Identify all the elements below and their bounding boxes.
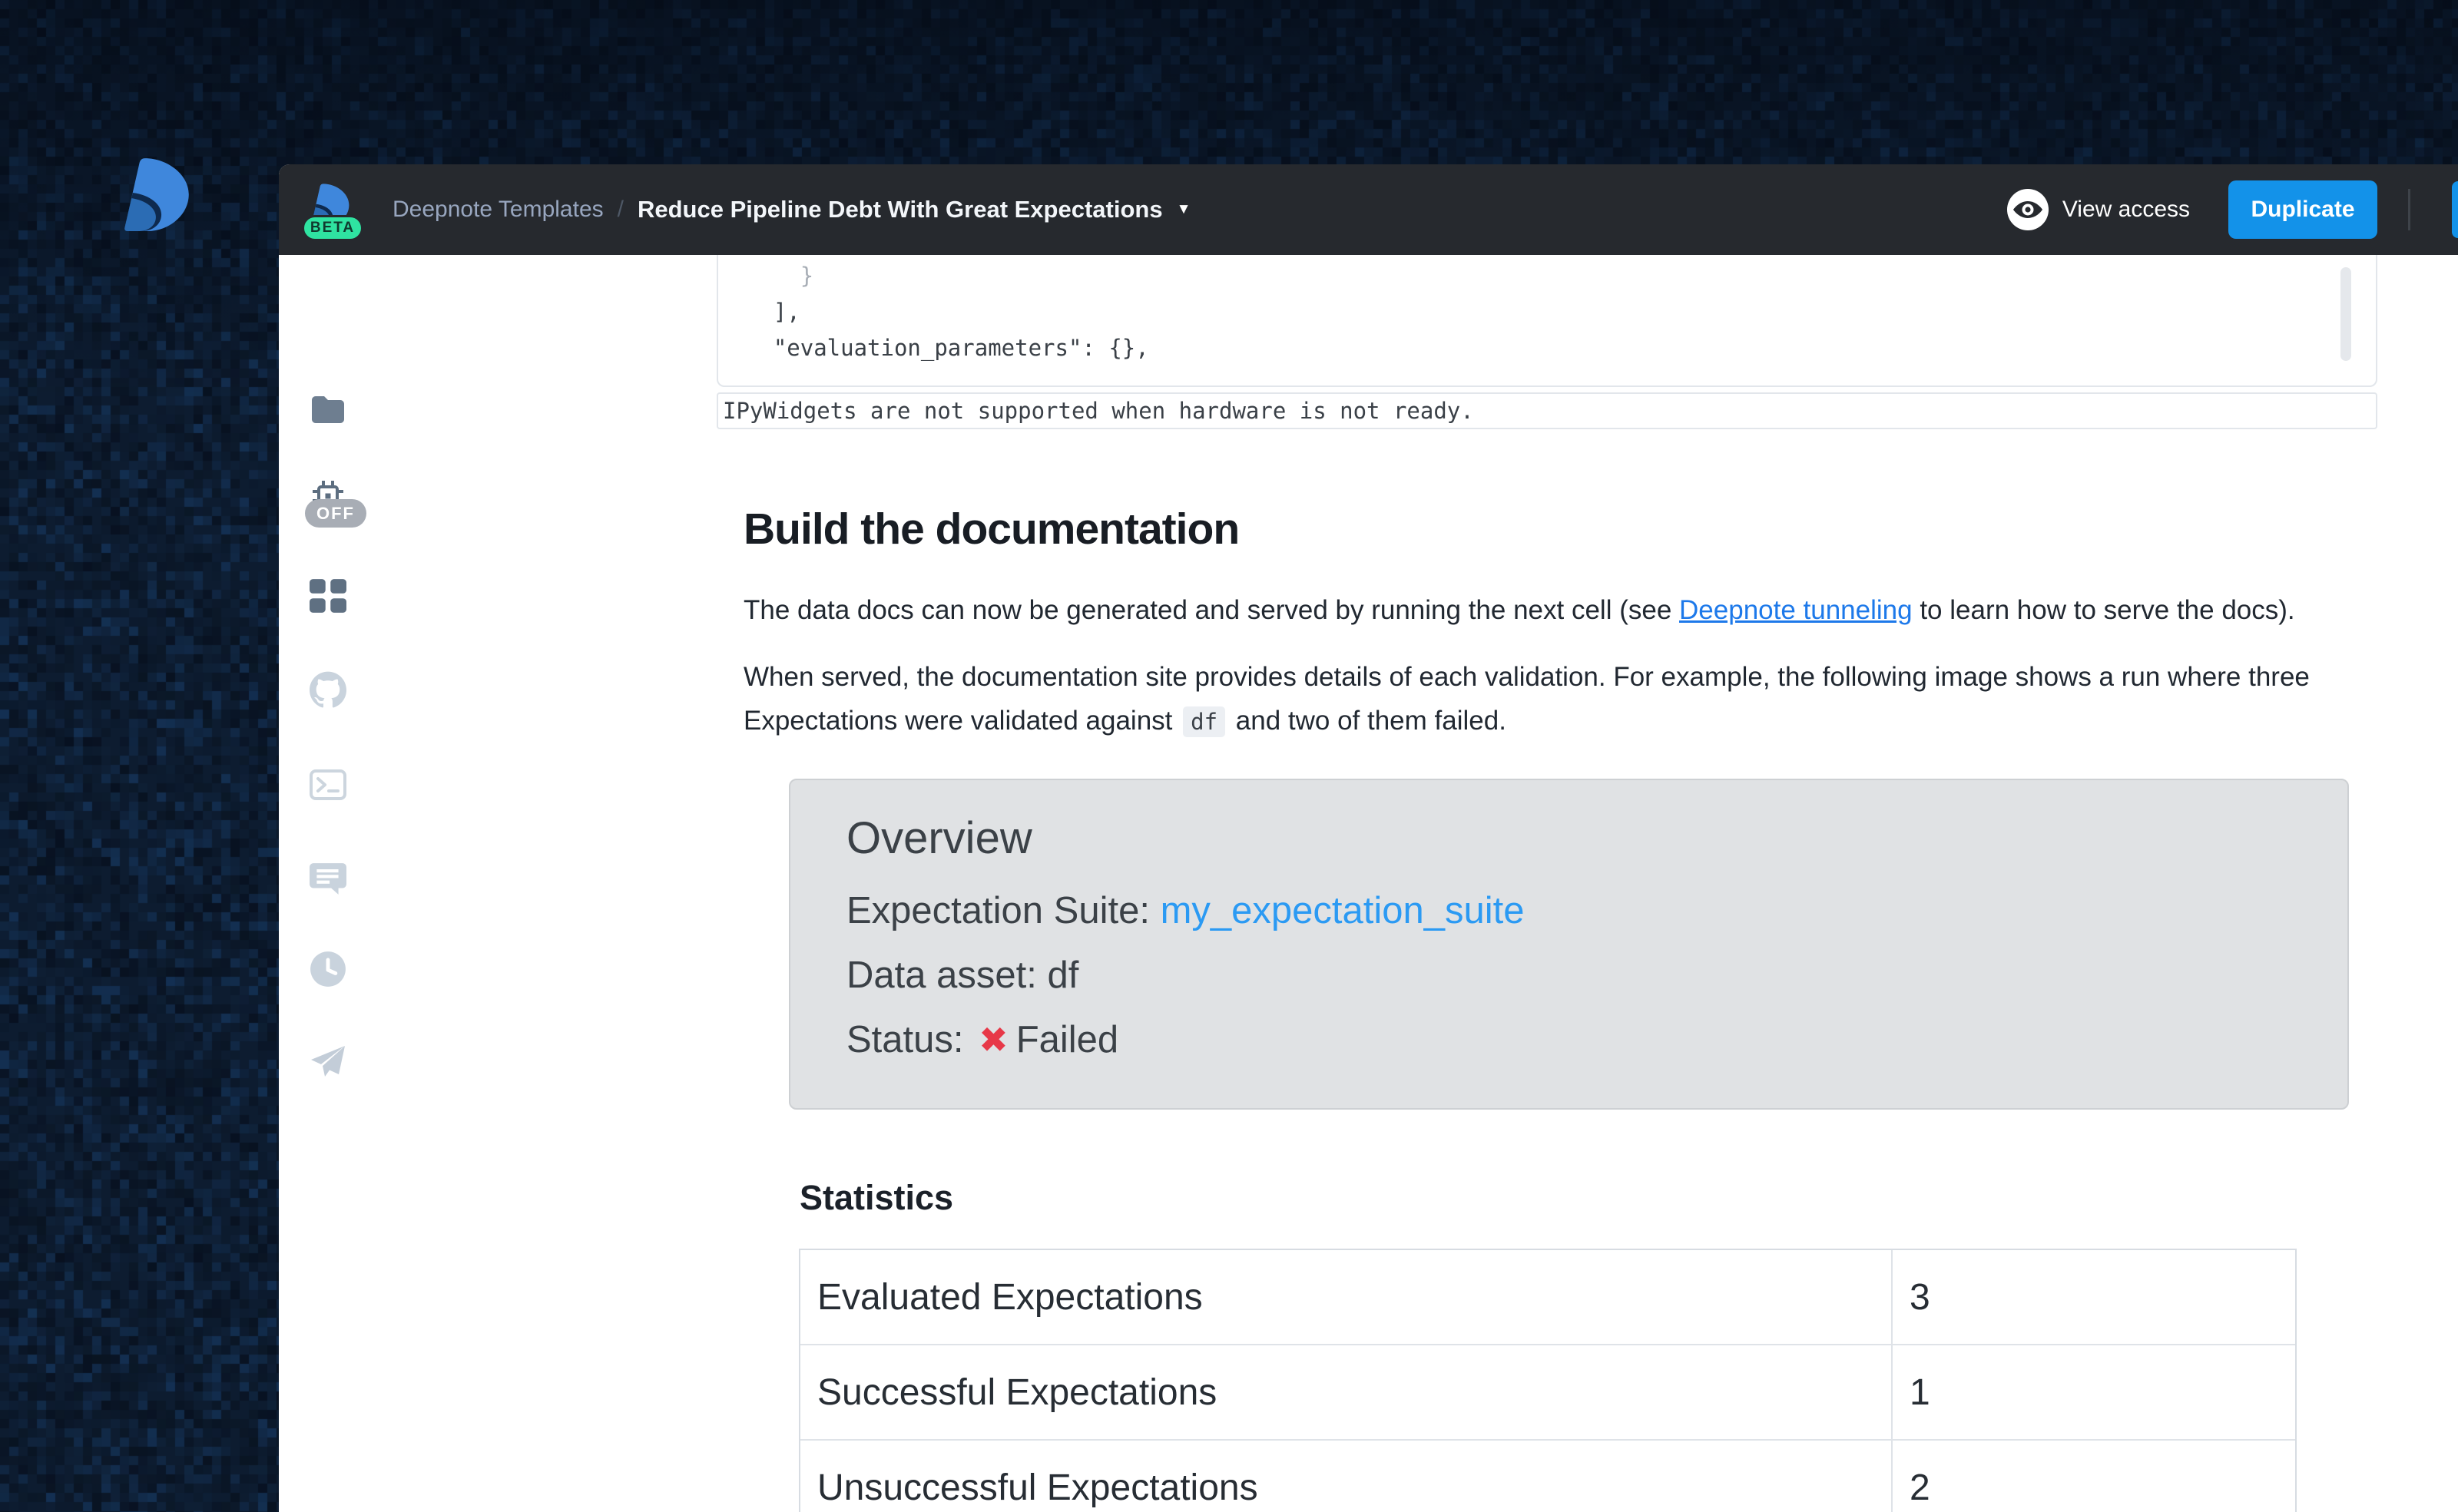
history-clock-icon[interactable] <box>310 951 346 988</box>
statistics-heading: Statistics <box>800 1178 953 1218</box>
topbar: BETA Deepnote Templates / Reduce Pipelin… <box>279 164 2458 255</box>
deepnote-logo: BETA <box>306 164 362 255</box>
deepnote-tunneling-link[interactable]: Deepnote tunneling <box>1679 595 1913 625</box>
machine-off-badge: OFF <box>305 499 366 528</box>
suite-line: Expectation Suite: my_expectation_suite <box>846 889 1525 932</box>
machine-icon[interactable]: OFF <box>310 478 346 514</box>
duplicate-button[interactable]: Duplicate <box>2228 180 2377 239</box>
terminal-icon[interactable] <box>310 766 346 803</box>
code-line: "evaluation_parameters": {}, <box>718 330 2376 366</box>
title-dropdown-caret[interactable]: ▼ <box>1177 201 1191 218</box>
statistics-table: Evaluated Expectations 3 Successful Expe… <box>799 1249 2297 1512</box>
warning-output-block: IPyWidgets are not supported when hardwa… <box>717 392 2377 429</box>
row-value-cell: 2 <box>1891 1441 2295 1512</box>
section-heading: Build the documentation <box>744 504 1239 554</box>
topbar-divider <box>2408 189 2410 230</box>
beta-badge: BETA <box>302 215 363 241</box>
row-label-cell: Evaluated Expectations <box>800 1250 1891 1344</box>
paragraph-1-text: The data docs can now be generated and s… <box>744 595 1679 625</box>
breadcrumb-deepnote-templates[interactable]: Deepnote Templates <box>393 197 604 223</box>
row-label-cell: Unsuccessful Expectations <box>800 1441 1891 1512</box>
status-label: Status: <box>846 1019 974 1060</box>
view-access-button[interactable]: View access <box>2062 197 2190 223</box>
code-output-block: } ], "evaluation_parameters": {}, <box>717 255 2377 387</box>
paragraph-2: When served, the documentation site prov… <box>744 655 2372 744</box>
row-value-cell: 1 <box>1891 1345 2295 1439</box>
breadcrumb-separator: / <box>618 197 624 223</box>
edge-button-sliver[interactable] <box>2452 181 2458 238</box>
status-line: Status: ✖Failed <box>846 1018 1118 1061</box>
inline-code-df: df <box>1183 706 1225 737</box>
github-icon[interactable] <box>310 671 346 708</box>
overview-title: Overview <box>846 812 1032 864</box>
table-row: Evaluated Expectations 3 <box>800 1250 2295 1345</box>
app-window: BETA Deepnote Templates / Reduce Pipelin… <box>279 164 2458 1512</box>
warning-text: IPyWidgets are not supported when hardwa… <box>718 398 1474 424</box>
overview-image-panel: Overview Expectation Suite: my_expectati… <box>789 779 2349 1110</box>
paragraph-2-text: When served, the documentation site prov… <box>744 662 2310 736</box>
paragraph-1-text-after: to learn how to serve the docs). <box>1913 595 2295 625</box>
output-scrollbar[interactable] <box>2340 267 2351 361</box>
files-icon[interactable] <box>310 392 346 428</box>
table-row: Unsuccessful Expectations 2 <box>800 1441 2295 1512</box>
send-icon[interactable] <box>310 1043 346 1080</box>
paragraph-2-text-after: and two of them failed. <box>1228 706 1506 736</box>
eye-icon <box>2007 189 2049 230</box>
code-line: } <box>718 258 2376 294</box>
suite-label: Expectation Suite: <box>846 890 1161 931</box>
comments-icon[interactable] <box>310 860 346 897</box>
status-failed-icon: ✖ <box>979 1020 1009 1060</box>
status-value: Failed <box>1016 1019 1118 1060</box>
paragraph-1: The data docs can now be generated and s… <box>744 588 2295 632</box>
suite-link[interactable]: my_expectation_suite <box>1161 890 1525 931</box>
apps-grid-icon[interactable] <box>310 577 346 614</box>
asset-line: Data asset: df <box>846 954 1078 997</box>
code-line: ], <box>718 294 2376 330</box>
row-value-cell: 3 <box>1891 1250 2295 1344</box>
deepnote-desktop-logo <box>119 155 197 233</box>
notebook-title[interactable]: Reduce Pipeline Debt With Great Expectat… <box>638 196 1163 223</box>
row-label-cell: Successful Expectations <box>800 1345 1891 1439</box>
table-row: Successful Expectations 1 <box>800 1345 2295 1441</box>
